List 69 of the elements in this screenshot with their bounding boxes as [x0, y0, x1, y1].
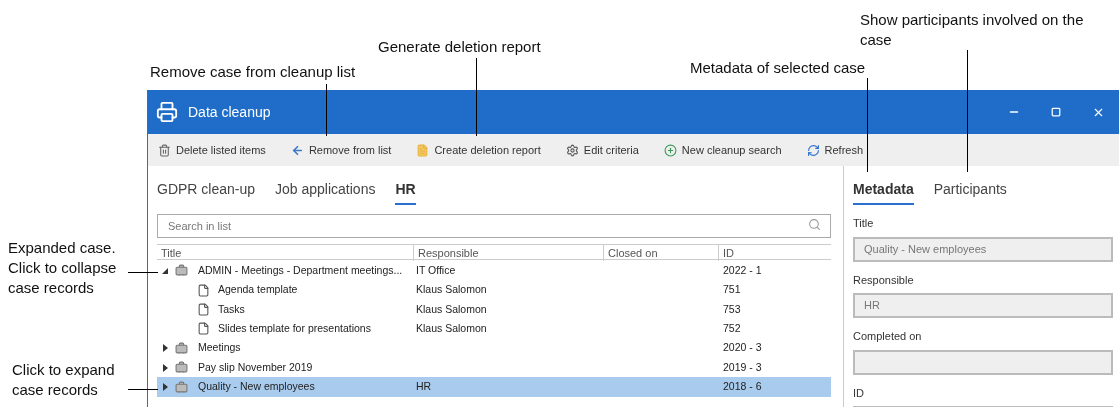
callout-text: Remove case from cleanup list	[150, 62, 356, 82]
table-cell-text: Klaus Salomon	[415, 282, 488, 298]
search-field[interactable]: Search in list	[157, 214, 831, 238]
callout-text: Generate deletion report	[378, 37, 541, 57]
table-cell: Agenda template	[218, 282, 298, 298]
plus-circle-icon	[663, 143, 677, 157]
document-icon	[197, 322, 210, 336]
callout-text: Expanded case. Click to collapse case records	[8, 238, 118, 298]
maximize-icon	[1051, 107, 1061, 117]
column-header[interactable]: Title	[157, 245, 413, 262]
tab[interactable]: GDPR clean-up	[157, 179, 256, 205]
field-label: Title	[853, 216, 875, 231]
callout-text: Show participants involved on the case	[860, 10, 1085, 50]
table-cell-text: 751	[722, 282, 742, 298]
toolbar-button[interactable]: New cleanup search	[663, 141, 782, 159]
table-cell-text: 2022 - 1	[722, 262, 763, 278]
table-cell-text: Pay slip November 2019	[198, 359, 313, 375]
tab[interactable]: Participants	[933, 179, 1007, 205]
field-label: Responsible	[853, 272, 915, 288]
toolbar-button[interactable]: Edit criteria	[565, 141, 639, 159]
document-icon	[197, 302, 210, 316]
briefcase-icon	[175, 341, 188, 355]
table-cell-text: 2020 - 3	[722, 340, 763, 356]
table-cell-text: Meetings	[198, 340, 241, 356]
callout-text: Metadata of selected case	[690, 58, 866, 78]
expand-arrow-icon[interactable]	[161, 344, 169, 353]
trash-icon	[158, 143, 171, 157]
document-icon	[197, 283, 210, 297]
expand-arrow-icon[interactable]	[161, 363, 169, 372]
table-cell: Quality - New employees	[198, 379, 315, 395]
table-cell-text: Tasks	[218, 301, 245, 317]
toolbar-button[interactable]: Remove from list	[290, 141, 392, 159]
callout-text: Click to expand case records	[12, 360, 116, 400]
table-cell-text: 2018 - 6	[722, 379, 763, 395]
arrow-left-icon	[290, 143, 304, 157]
tab[interactable]: HR	[395, 179, 416, 205]
toolbar-button[interactable]: Delete listed items	[158, 141, 266, 159]
table-cell-text: Klaus Salomon	[415, 301, 488, 317]
table-cell-text: Klaus Salomon	[415, 321, 488, 336]
tab[interactable]: Metadata	[853, 179, 914, 205]
leader-line	[128, 272, 158, 273]
table-cell-text: ADMIN - Meetings - Department meetings...	[198, 262, 403, 278]
table-row[interactable]: Quality - New employees HR 2018 - 6	[157, 377, 831, 397]
briefcase-icon	[175, 264, 188, 278]
table-cell-text: IT Office	[415, 262, 457, 278]
field-label: Completed on	[853, 329, 923, 344]
refresh-icon	[806, 143, 820, 157]
gear-icon	[565, 143, 579, 157]
table-cell-text: 752	[722, 321, 742, 336]
briefcase-icon	[175, 361, 188, 375]
expand-arrow-icon[interactable]	[161, 383, 169, 392]
table-cell-text: 2019 - 3	[722, 359, 763, 375]
search-icon	[808, 218, 821, 231]
input-field[interactable]	[853, 349, 1113, 375]
tab[interactable]: Job applications	[275, 179, 376, 205]
field-label: ID	[853, 385, 865, 401]
document-icon	[416, 143, 430, 157]
table-cell-text: HR	[415, 379, 433, 395]
leader-line	[326, 84, 327, 136]
toolbar-button[interactable]: Refresh	[806, 141, 864, 159]
collapse-arrow-icon[interactable]	[161, 266, 169, 275]
table-cell-text: 753	[722, 301, 742, 317]
table-cell-text: Slides template for presentations	[218, 321, 371, 336]
input-field[interactable]: Quality - New employees	[853, 236, 1113, 262]
window-title: Data cleanup	[188, 102, 271, 122]
input-field[interactable]: HR	[853, 293, 1113, 318]
briefcase-icon	[175, 380, 188, 394]
leader-line	[128, 389, 158, 390]
toolbar-button[interactable]: Create deletion report	[416, 141, 541, 159]
